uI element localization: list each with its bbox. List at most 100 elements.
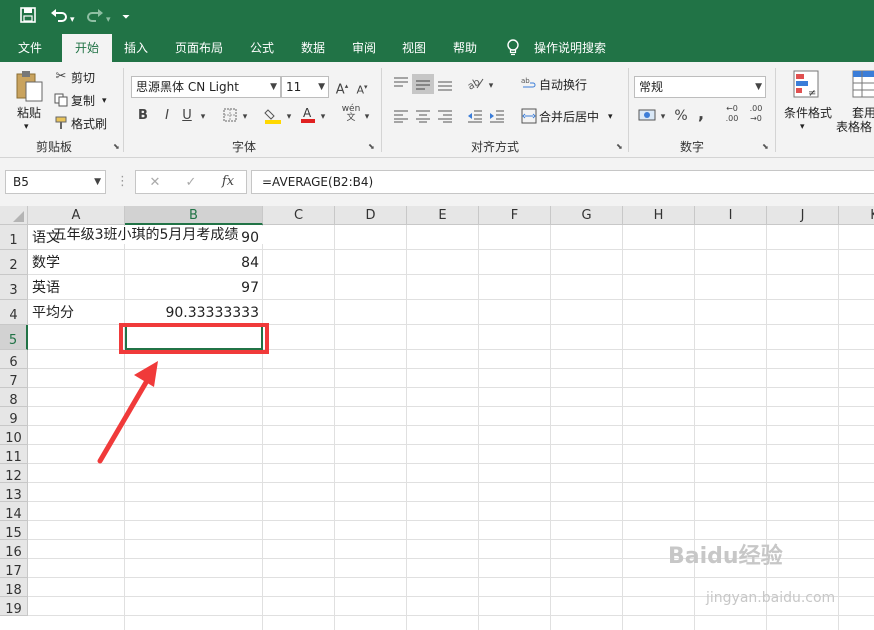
column-header-d[interactable]: D	[335, 206, 407, 225]
merge-center-button[interactable]: 合并后居中	[539, 108, 599, 126]
tab-review[interactable]: 审阅	[344, 34, 384, 62]
copy-button[interactable]: 复制	[71, 92, 95, 110]
increase-decimal-icon[interactable]: ←0.00	[722, 104, 742, 124]
comma-button[interactable]: ,	[695, 106, 707, 122]
tab-view[interactable]: 视图	[394, 34, 434, 62]
undo-dropdown-icon[interactable]: ▾	[70, 10, 75, 30]
bold-button[interactable]: B	[136, 108, 150, 124]
column-header-c[interactable]: C	[263, 206, 335, 225]
decrease-decimal-icon[interactable]: .00 →0	[746, 104, 766, 124]
tab-data[interactable]: 数据	[293, 34, 333, 62]
tab-help[interactable]: 帮助	[445, 34, 485, 62]
row-header-3[interactable]: 3	[0, 275, 28, 300]
align-bottom-icon[interactable]	[436, 78, 454, 97]
format-painter-button[interactable]: 格式刷	[71, 115, 107, 133]
borders-dropdown-icon[interactable]: ▾	[240, 109, 250, 125]
column-header-b[interactable]: B	[125, 206, 263, 225]
underline-dropdown-icon[interactable]: ▾	[198, 109, 208, 125]
insert-function-button[interactable]: fx	[220, 174, 236, 190]
cancel-icon[interactable]: ✕	[148, 175, 162, 191]
row-header-11[interactable]: 11	[0, 445, 28, 465]
row-header-17[interactable]: 17	[0, 559, 28, 579]
phonetic-dropdown-icon[interactable]: ▾	[362, 109, 372, 125]
cell-b4[interactable]: 97	[125, 277, 263, 300]
name-box[interactable]: B5 ▼	[5, 170, 106, 194]
row-header-12[interactable]: 12	[0, 464, 28, 484]
align-middle-icon[interactable]	[412, 74, 434, 94]
row-header-19[interactable]: 19	[0, 597, 28, 617]
orientation-icon[interactable]: ab	[466, 75, 486, 96]
row-header-16[interactable]: 16	[0, 540, 28, 560]
orientation-dropdown-icon[interactable]: ▾	[486, 78, 496, 94]
column-header-h[interactable]: H	[623, 206, 695, 225]
formula-bar-grip-icon[interactable]: ⋮	[116, 174, 129, 190]
percent-button[interactable]: %	[673, 108, 689, 124]
number-format-combo[interactable]: 常规 ▼	[634, 76, 766, 98]
row-header-8[interactable]: 8	[0, 388, 28, 408]
cell-b3[interactable]: 84	[125, 252, 263, 275]
alignment-launcher-icon[interactable]: ⬊	[616, 142, 623, 151]
merge-dropdown-icon[interactable]: ▾	[608, 108, 613, 126]
column-header-g[interactable]: G	[551, 206, 623, 225]
copy-dropdown-icon[interactable]: ▾	[102, 92, 107, 110]
align-center-icon[interactable]	[414, 109, 432, 128]
row-header-4[interactable]: 4	[0, 300, 28, 325]
column-header-j[interactable]: J	[767, 206, 839, 225]
row-header-18[interactable]: 18	[0, 578, 28, 598]
italic-button[interactable]: I	[160, 108, 174, 124]
cell-a2[interactable]: 语文	[28, 227, 125, 250]
underline-button[interactable]: U	[180, 108, 194, 124]
row-header-15[interactable]: 15	[0, 521, 28, 541]
cell-a5[interactable]: 平均分	[28, 302, 125, 325]
clipboard-launcher-icon[interactable]: ⬊	[113, 142, 120, 151]
paste-button[interactable]: 粘贴	[17, 104, 41, 122]
check-icon[interactable]: ✓	[184, 175, 198, 191]
row-header-10[interactable]: 10	[0, 426, 28, 446]
font-launcher-icon[interactable]: ⬊	[368, 142, 375, 151]
decrease-indent-icon[interactable]	[466, 109, 484, 128]
column-header-k[interactable]: K	[839, 206, 874, 225]
cell-a4[interactable]: 英语	[28, 277, 125, 300]
row-header-14[interactable]: 14	[0, 502, 28, 522]
column-header-e[interactable]: E	[407, 206, 479, 225]
row-header-7[interactable]: 7	[0, 369, 28, 389]
accounting-dropdown-icon[interactable]: ▾	[658, 109, 668, 125]
number-launcher-icon[interactable]: ⬊	[762, 142, 769, 151]
paste-icon[interactable]	[14, 70, 44, 102]
increase-indent-icon[interactable]	[488, 109, 506, 128]
undo-icon[interactable]	[50, 7, 68, 28]
tab-home[interactable]: 开始	[62, 34, 112, 62]
format-as-table-label-2[interactable]: 表格格	[836, 118, 872, 136]
tab-formulas[interactable]: 公式	[242, 34, 282, 62]
align-right-icon[interactable]	[436, 109, 454, 128]
cell-b5[interactable]: 90.33333333	[125, 302, 263, 325]
font-size-combo[interactable]: 11 ▼	[281, 76, 329, 98]
font-color-icon[interactable]: A	[300, 105, 316, 128]
wrap-text-button[interactable]: 自动换行	[539, 76, 587, 94]
phonetic-icon[interactable]: wén 文	[340, 105, 362, 123]
row-header-1[interactable]: 1	[0, 225, 28, 250]
row-header-13[interactable]: 13	[0, 483, 28, 503]
cell-b2[interactable]: 90	[125, 227, 263, 250]
row-header-6[interactable]: 6	[0, 350, 28, 370]
accounting-format-icon[interactable]	[638, 108, 656, 127]
paste-dropdown-icon[interactable]: ▾	[24, 118, 29, 136]
fill-color-dropdown-icon[interactable]: ▾	[284, 109, 294, 125]
save-icon[interactable]	[20, 7, 36, 28]
conditional-dropdown-icon[interactable]: ▾	[800, 118, 805, 136]
formula-input[interactable]: =AVERAGE(B2:B4)	[251, 170, 874, 194]
column-header-a[interactable]: A	[28, 206, 125, 225]
cut-button[interactable]: 剪切	[71, 69, 95, 87]
increase-font-icon[interactable]: A▴	[335, 78, 349, 98]
redo-dropdown-icon[interactable]: ▾	[106, 10, 111, 30]
conditional-format-button[interactable]: 条件格式	[784, 104, 832, 122]
font-name-combo[interactable]: 思源黑体 CN Light ▼	[131, 76, 281, 98]
tab-page-layout[interactable]: 页面布局	[168, 34, 230, 62]
align-left-icon[interactable]	[392, 109, 410, 128]
font-color-dropdown-icon[interactable]: ▾	[318, 109, 328, 125]
align-top-icon[interactable]	[392, 76, 410, 95]
fill-color-icon[interactable]	[264, 106, 282, 129]
row-header-9[interactable]: 9	[0, 407, 28, 427]
borders-icon[interactable]	[222, 108, 238, 127]
column-header-f[interactable]: F	[479, 206, 551, 225]
